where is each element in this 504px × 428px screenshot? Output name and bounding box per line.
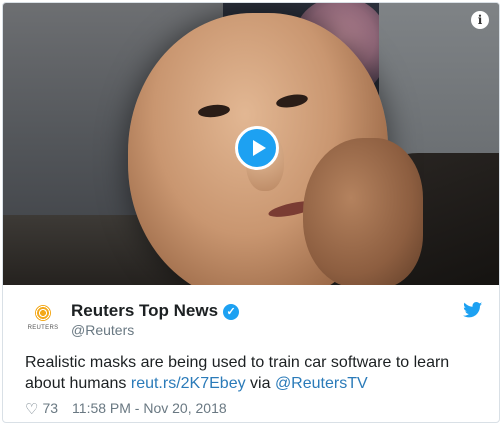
author-handle[interactable]: @Reuters [71,322,134,338]
hand-holding-mask [303,138,423,285]
embedded-tweet-card: i REUTERS Reuters Top News ✓ @Reuters Rea… [2,2,500,423]
author-name[interactable]: Reuters Top News ✓ [71,301,240,321]
right-eye [275,92,309,110]
author-name-text[interactable]: Reuters Top News [71,301,218,320]
like-count[interactable]: 73 [42,400,58,416]
left-eye [197,103,231,119]
reuters-logo-icon [35,305,51,321]
tweet-mention[interactable]: @ReutersTV [275,375,368,392]
tweet-timestamp[interactable]: 11:58 PM - Nov 20, 2018 [72,400,227,416]
heart-icon[interactable]: ♡ [25,400,38,418]
avatar[interactable]: REUTERS [25,303,61,339]
verified-badge-icon: ✓ [223,304,240,320]
tweet-text: Realistic masks are being used to train … [25,352,485,394]
twitter-bird-icon[interactable] [463,302,483,318]
avatar-brand-text: REUTERS [27,325,59,331]
tweet-via: via [245,375,275,392]
tweet-author: REUTERS Reuters Top News ✓ @Reuters [25,299,495,343]
play-icon[interactable] [235,126,279,170]
video-thumbnail[interactable]: i [3,3,499,285]
twitter-bird-svg [463,302,483,318]
tweet-meta: ♡ 73 11:58 PM - Nov 20, 2018 [25,400,227,418]
tweet-link[interactable]: reut.rs/2K7Ebey [131,375,246,392]
info-icon[interactable]: i [471,11,489,29]
